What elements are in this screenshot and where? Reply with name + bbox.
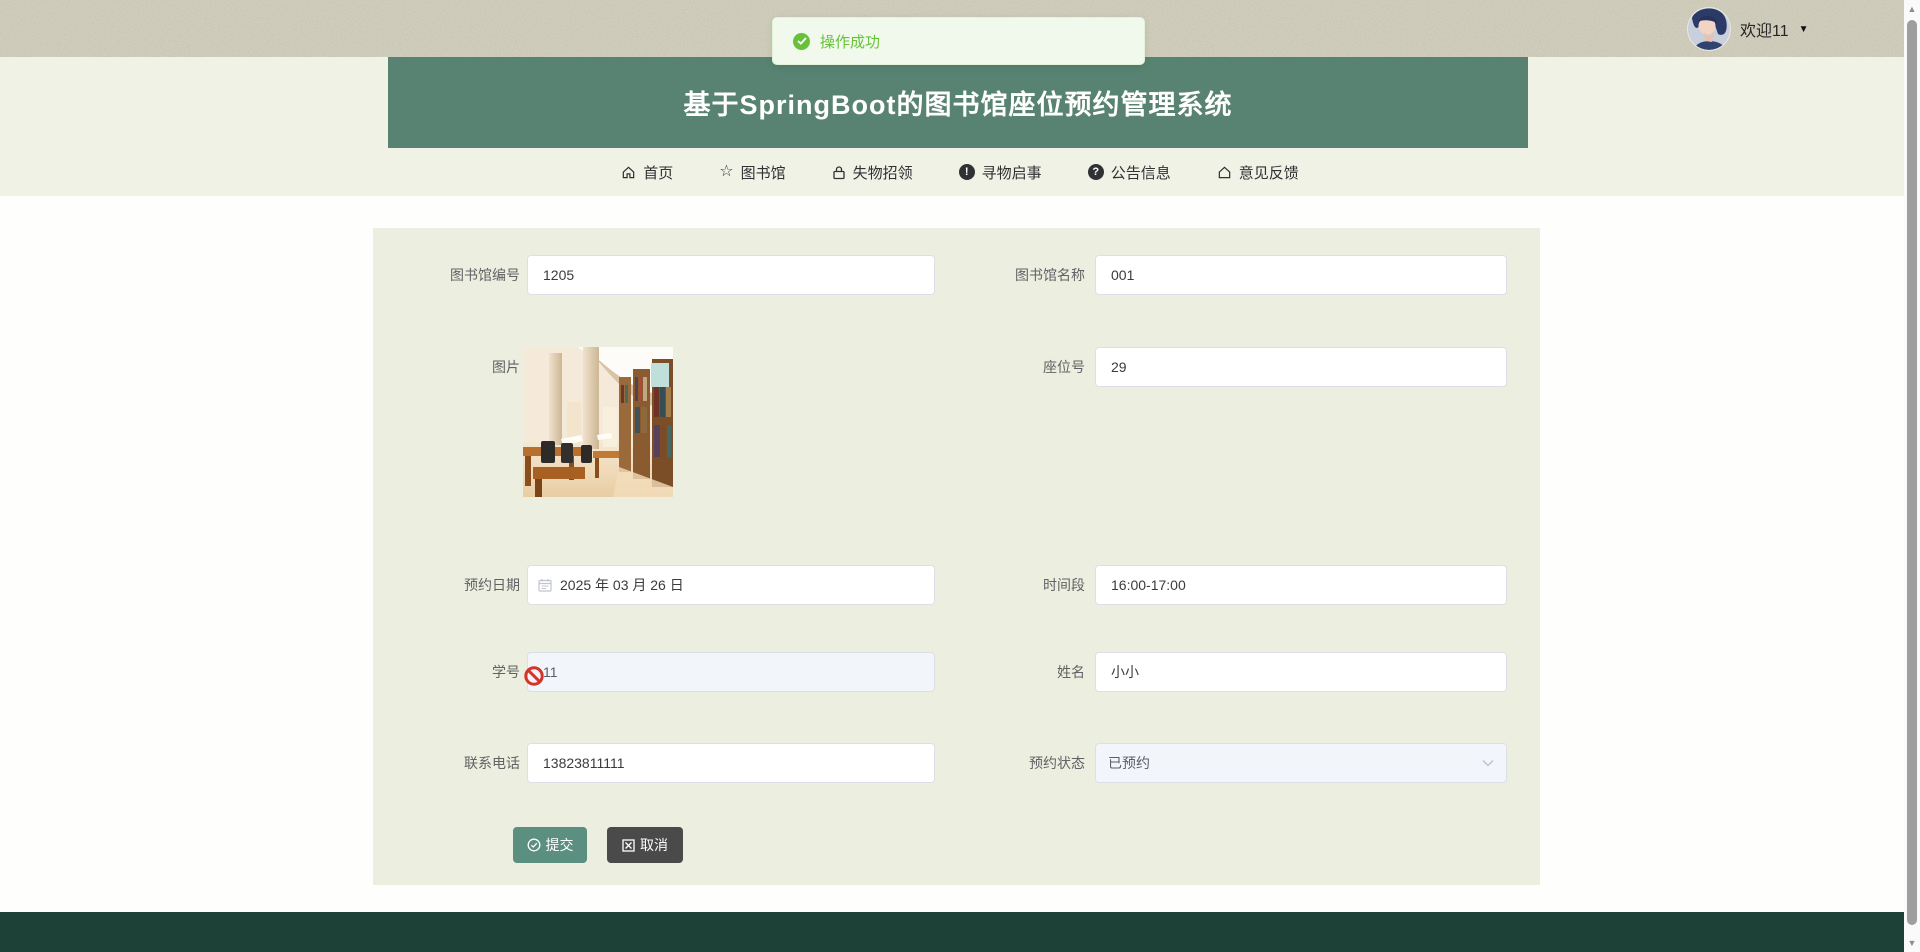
info-icon: !: [958, 164, 975, 180]
nav-label: 失物招领: [852, 164, 913, 182]
nav-label: 公告信息: [1110, 164, 1171, 182]
status-value: 已预约: [1108, 755, 1150, 771]
library-no-label: 图书馆编号: [450, 267, 520, 283]
avatar[interactable]: [1688, 8, 1730, 50]
header: 基于SpringBoot的图书馆座位预约管理系统 首页 ☆ 图书馆 失物招领 !…: [0, 57, 1920, 196]
reserve-date-value: 2025 年 03 月 26 日: [560, 577, 684, 593]
time-slot-input[interactable]: [1095, 565, 1507, 605]
scroll-down-icon[interactable]: ▼: [1904, 936, 1920, 950]
cancel-button[interactable]: 取消: [607, 827, 683, 863]
nav-label: 意见反馈: [1238, 164, 1299, 182]
reserve-date-label: 预约日期: [464, 577, 520, 593]
success-toast: 操作成功: [772, 17, 1145, 65]
nav-item-found-notice[interactable]: ! 寻物启事: [958, 162, 1042, 183]
toast-message: 操作成功: [820, 33, 881, 51]
submit-button[interactable]: 提交: [513, 827, 587, 863]
seat-no-input[interactable]: [1095, 347, 1507, 387]
calendar-icon: [538, 579, 552, 592]
scrollbar-thumb[interactable]: [1907, 20, 1917, 925]
phone-label: 联系电话: [464, 755, 520, 771]
nav-label: 寻物启事: [981, 164, 1042, 182]
name-label: 姓名: [1057, 664, 1085, 680]
library-name-label: 图书馆名称: [1015, 267, 1085, 283]
page: 基于SpringBoot的图书馆座位预约管理系统 首页 ☆ 图书馆 失物招领 !…: [0, 0, 1920, 952]
chevron-down-icon: [1482, 759, 1494, 767]
phone-input[interactable]: [527, 743, 935, 783]
student-no-input: [527, 652, 935, 692]
nav-label: 首页: [643, 164, 674, 182]
nav-item-lost-found[interactable]: 失物招领: [832, 162, 913, 183]
nav-item-home[interactable]: 首页: [621, 162, 673, 183]
name-input[interactable]: [1095, 652, 1507, 692]
scroll-up-icon[interactable]: ▲: [1904, 2, 1920, 16]
status-label: 预约状态: [1029, 755, 1085, 771]
question-icon: ?: [1087, 164, 1104, 180]
library-no-input[interactable]: [527, 255, 935, 295]
user-menu[interactable]: 欢迎11 ▼: [1688, 5, 1809, 53]
vertical-scrollbar[interactable]: ▲ ▼: [1904, 0, 1920, 952]
main-nav: 首页 ☆ 图书馆 失物招领 ! 寻物启事 ? 公告信息 意见反馈: [0, 148, 1920, 196]
time-slot-label: 时间段: [1043, 577, 1085, 593]
star-icon: ☆: [719, 163, 734, 180]
picture-label: 图片: [492, 359, 520, 375]
reserve-date-input[interactable]: 2025 年 03 月 26 日: [527, 565, 935, 605]
caret-down-icon: ▼: [1798, 23, 1809, 35]
check-circle-icon: [527, 838, 540, 852]
library-photo: [523, 347, 673, 497]
nav-item-announcements[interactable]: ? 公告信息: [1087, 162, 1171, 183]
not-allowed-cursor-icon: [524, 666, 544, 686]
home-icon: [1218, 166, 1230, 178]
nav-item-feedback[interactable]: 意见反馈: [1217, 162, 1299, 183]
lock-icon: [833, 165, 845, 179]
site-banner: 基于SpringBoot的图书馆座位预约管理系统: [388, 57, 1528, 148]
nav-item-library[interactable]: ☆ 图书馆: [719, 162, 785, 183]
nav-label: 图书馆: [740, 164, 786, 182]
x-square-icon: [622, 838, 635, 852]
welcome-text: 欢迎11: [1740, 23, 1789, 40]
footer: [0, 912, 1920, 952]
student-no-label: 学号: [492, 664, 520, 680]
status-select: 已预约: [1095, 743, 1507, 783]
success-check-icon: [793, 32, 810, 50]
page-title: 基于SpringBoot的图书馆座位预约管理系统: [683, 90, 1233, 120]
home-icon: [623, 166, 635, 178]
seat-no-label: 座位号: [1043, 359, 1085, 375]
reservation-form: 图书馆编号 图书馆名称 图片: [373, 228, 1540, 885]
library-name-input[interactable]: [1095, 255, 1507, 295]
